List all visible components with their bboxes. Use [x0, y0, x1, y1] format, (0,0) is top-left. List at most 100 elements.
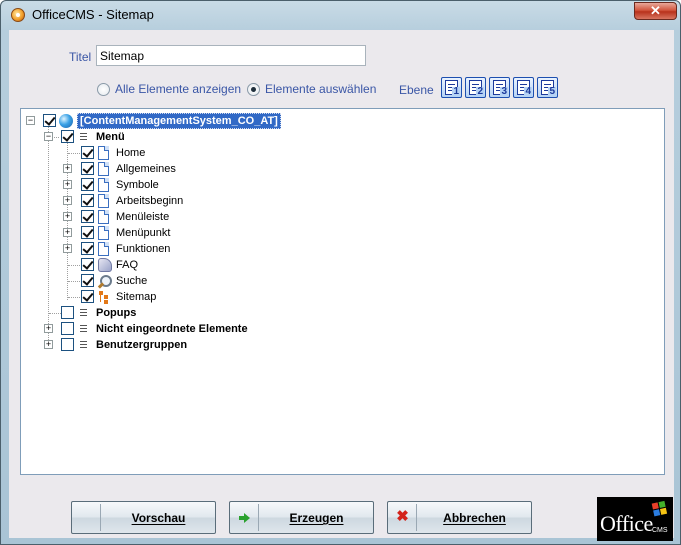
radio-select-elements-circle[interactable]: [247, 82, 260, 96]
tree-connector: [68, 281, 82, 282]
close-icon: ✖: [396, 508, 409, 525]
menueleiste-checkbox[interactable]: [81, 210, 94, 223]
arbeitsbeginn-checkbox[interactable]: [81, 194, 94, 207]
expand-toggle[interactable]: +: [63, 244, 72, 253]
close-button[interactable]: ✕: [634, 2, 677, 20]
menuepunkt-label[interactable]: Menüpunkt: [116, 226, 170, 240]
sitemap-label[interactable]: Sitemap: [116, 290, 156, 304]
popups-checkbox[interactable]: [61, 306, 74, 319]
level-number: 1: [452, 86, 460, 97]
button-separator: [100, 504, 101, 531]
tree-connector: [68, 297, 82, 298]
menu-label[interactable]: Menü: [96, 130, 125, 144]
home-checkbox[interactable]: [81, 146, 94, 159]
logo-word: Office: [600, 511, 653, 536]
funktionen-checkbox[interactable]: [81, 242, 94, 255]
expand-toggle[interactable]: +: [44, 340, 53, 349]
page-icon: [98, 146, 109, 160]
level-number: 2: [476, 86, 484, 97]
preview-button[interactable]: Vorschau: [71, 501, 216, 534]
arbeitsbeginn-label[interactable]: Arbeitsbeginn: [116, 194, 183, 208]
generate-button[interactable]: Erzeugen: [229, 501, 374, 534]
root-label[interactable]: [ContentManagementSystem_CO_AT]: [77, 113, 281, 129]
title-input[interactable]: [96, 45, 366, 66]
list-icon: [78, 338, 92, 352]
level-5-button[interactable]: 5: [537, 77, 558, 98]
sitemap-icon: [98, 290, 112, 304]
tree-connector: [68, 265, 82, 266]
level-label: Ebene: [399, 83, 434, 97]
usergroups-label[interactable]: Benutzergruppen: [96, 338, 187, 352]
allgemeines-label[interactable]: Allgemeines: [116, 162, 176, 176]
title-label: Titel: [69, 50, 92, 64]
page-icon: [98, 210, 109, 224]
radio-select-elements-label: Elemente auswählen: [265, 82, 377, 96]
radio-show-all-label: Alle Elemente anzeigen: [115, 82, 242, 96]
generate-button-label: Erzeugen: [289, 511, 344, 525]
usergroups-checkbox[interactable]: [61, 338, 74, 351]
window-title: OfficeCMS - Sitemap: [32, 7, 154, 22]
collapse-toggle[interactable]: −: [26, 116, 35, 125]
popups-label[interactable]: Popups: [96, 306, 136, 320]
page-icon: [98, 226, 109, 240]
menuepunkt-checkbox[interactable]: [81, 226, 94, 239]
radio-show-all-circle[interactable]: [97, 82, 110, 96]
list-icon: [78, 130, 92, 144]
expand-toggle[interactable]: +: [63, 212, 72, 221]
level-4-button[interactable]: 4: [513, 77, 534, 98]
button-separator: [258, 504, 259, 531]
expand-toggle[interactable]: +: [63, 228, 72, 237]
level-3-button[interactable]: 3: [489, 77, 510, 98]
expand-toggle[interactable]: +: [63, 164, 72, 173]
level-2-button[interactable]: 2: [465, 77, 486, 98]
radio-show-all[interactable]: Alle Elemente anzeigen: [97, 81, 241, 97]
cancel-button[interactable]: ✖ Abbrechen: [387, 501, 532, 534]
root-checkbox[interactable]: [43, 114, 56, 127]
radio-select-elements[interactable]: Elemente auswählen: [247, 81, 376, 97]
level-number: 4: [524, 86, 532, 97]
windows-flag-icon: [651, 500, 669, 518]
arrow-right-icon: [239, 513, 250, 523]
cancel-button-label: Abbrechen: [443, 511, 506, 525]
collapse-toggle[interactable]: −: [44, 132, 53, 141]
menueleiste-label[interactable]: Menüleiste: [116, 210, 169, 224]
list-icon: [78, 322, 92, 336]
funktionen-label[interactable]: Funktionen: [116, 242, 170, 256]
faq-checkbox[interactable]: [81, 258, 94, 271]
page-icon: [98, 194, 109, 208]
sitemap-tree[interactable]: − [ContentManagementSystem_CO_AT] − Menü…: [20, 108, 665, 475]
list-icon: [78, 306, 92, 320]
faq-icon: [98, 258, 112, 272]
sitemap-checkbox[interactable]: [81, 290, 94, 303]
tree-connector: [68, 153, 82, 154]
level-1-button[interactable]: 1: [441, 77, 462, 98]
page-icon: [98, 242, 109, 256]
app-icon: [11, 8, 25, 22]
title-bar[interactable]: OfficeCMS - Sitemap ✕: [1, 1, 680, 29]
page-icon: [98, 178, 109, 192]
application-window: OfficeCMS - Sitemap ✕ Titel Alle Element…: [0, 0, 681, 545]
suche-label[interactable]: Suche: [116, 274, 147, 288]
symbole-label[interactable]: Symbole: [116, 178, 159, 192]
search-icon: [98, 274, 112, 288]
expand-toggle[interactable]: +: [63, 196, 72, 205]
page-icon: [98, 162, 109, 176]
logo-sub: CMS: [652, 527, 668, 534]
expand-toggle[interactable]: +: [63, 180, 72, 189]
tree-connector: [48, 126, 49, 348]
officecms-logo: Office CMS: [597, 497, 673, 541]
suche-checkbox[interactable]: [81, 274, 94, 287]
level-number: 3: [500, 86, 508, 97]
symbole-checkbox[interactable]: [81, 178, 94, 191]
preview-button-label: Vorschau: [131, 511, 186, 525]
unassigned-label[interactable]: Nicht eingeordnete Elemente: [96, 322, 248, 336]
unassigned-checkbox[interactable]: [61, 322, 74, 335]
faq-label[interactable]: FAQ: [116, 258, 138, 272]
level-number: 5: [548, 86, 556, 97]
menu-checkbox[interactable]: [61, 130, 74, 143]
expand-toggle[interactable]: +: [44, 324, 53, 333]
globe-icon: [59, 114, 73, 128]
allgemeines-checkbox[interactable]: [81, 162, 94, 175]
home-label[interactable]: Home: [116, 146, 145, 160]
button-separator: [416, 504, 417, 531]
